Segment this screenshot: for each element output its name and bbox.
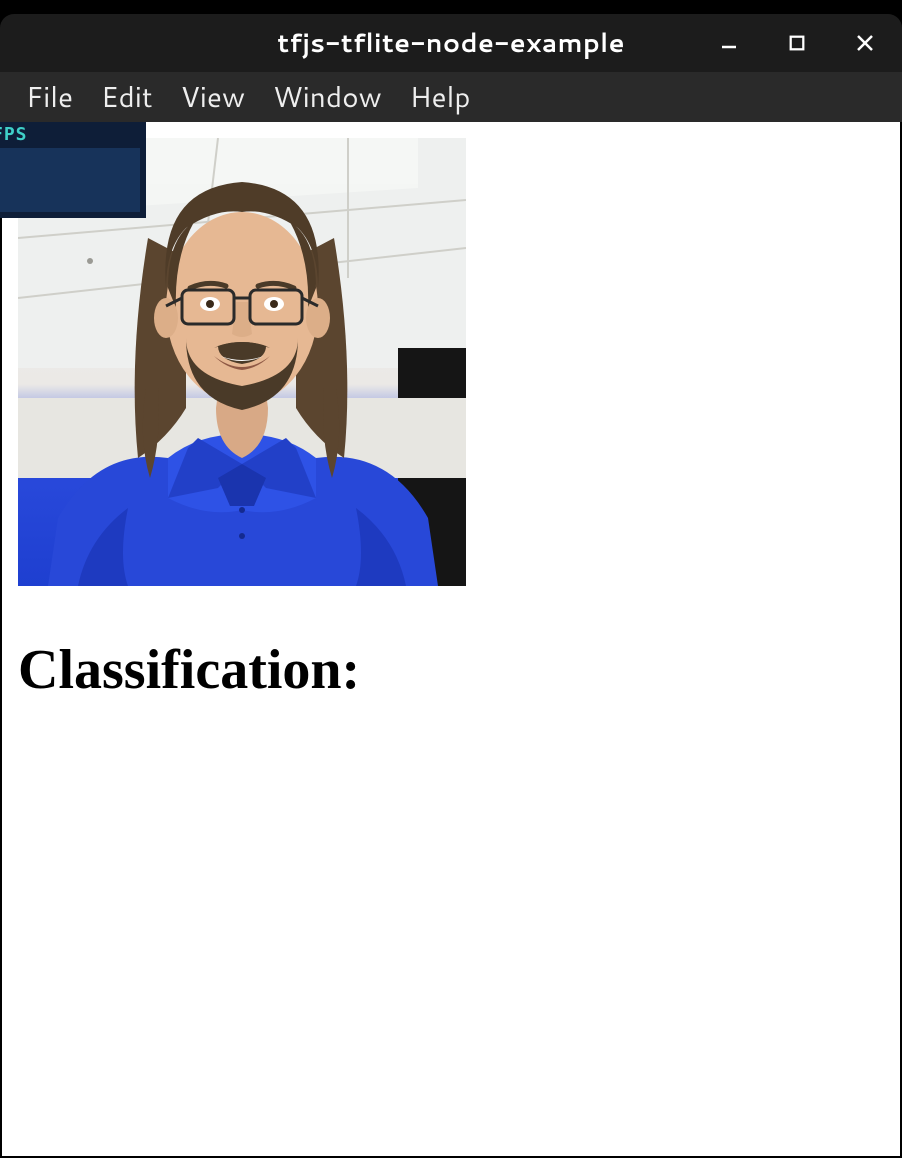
menu-file[interactable]: File xyxy=(12,69,87,125)
content-area: FPS xyxy=(2,122,900,1156)
window-title: tfjs-tflite-node-example xyxy=(277,25,624,61)
maximize-button[interactable] xyxy=(784,30,810,56)
minimize-icon xyxy=(719,33,739,53)
fps-chart xyxy=(0,148,140,212)
classification-heading: Classification: xyxy=(18,638,884,702)
maximize-icon xyxy=(788,34,806,52)
close-icon xyxy=(855,33,875,53)
window-titlebar: tfjs-tflite-node-example xyxy=(0,14,902,72)
fps-label: FPS xyxy=(0,122,146,147)
fps-stats-panel[interactable]: FPS xyxy=(0,122,146,218)
menu-edit[interactable]: Edit xyxy=(87,69,167,125)
menu-window[interactable]: Window xyxy=(259,69,396,125)
application-window: tfjs-tflite-node-example File Edit xyxy=(0,0,902,1158)
menubar: File Edit View Window Help xyxy=(0,72,902,122)
window-controls xyxy=(716,14,878,72)
close-button[interactable] xyxy=(852,30,878,56)
menu-view[interactable]: View xyxy=(167,69,259,125)
menu-help[interactable]: Help xyxy=(396,69,485,125)
minimize-button[interactable] xyxy=(716,30,742,56)
